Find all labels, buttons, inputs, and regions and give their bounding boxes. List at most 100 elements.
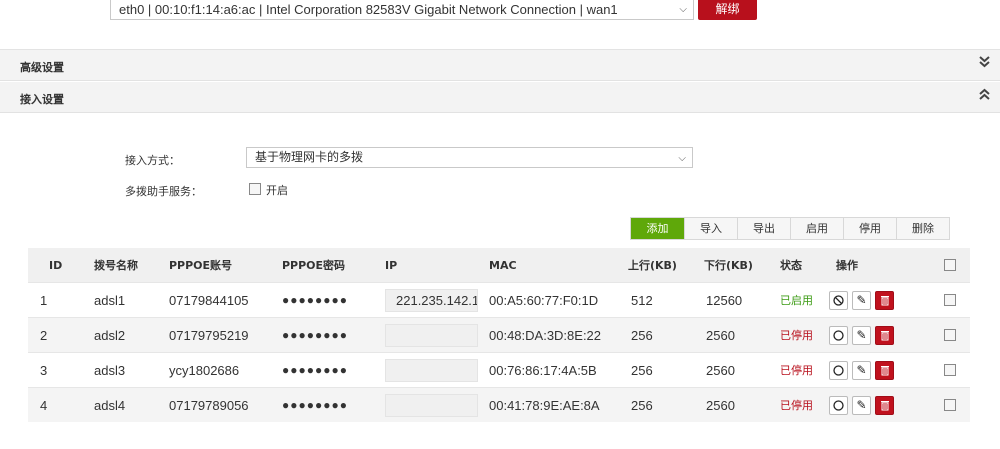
cell-id: 2	[40, 327, 48, 343]
pencil-icon[interactable]: ✎	[852, 395, 871, 415]
cell-status-wrap: 已启用	[780, 283, 813, 317]
header-upload: 上行(KB)	[628, 259, 677, 272]
table-toolbar: 添加 导入 导出 启用 停用 删除	[630, 217, 950, 240]
cell-id: 3	[40, 362, 48, 378]
trash-icon[interactable]	[875, 325, 894, 345]
header-password: PPPOE密码	[282, 259, 346, 272]
access-settings-title: 接入设置	[20, 93, 64, 106]
advanced-settings-title: 高级设置	[20, 61, 64, 74]
nic-select-value: eth0 | 00:10:f1:14:a6:ac | Intel Corpora…	[119, 2, 618, 17]
dial-table: ID 拨号名称 PPPOE账号 PPPOE密码 IP MAC 上行(KB) 下行…	[28, 248, 970, 422]
access-settings-bar[interactable]: 接入设置	[0, 82, 1000, 113]
delete-button[interactable]: 删除	[896, 218, 949, 239]
row-checkbox[interactable]	[944, 364, 956, 376]
header-download: 下行(KB)	[704, 259, 753, 272]
export-button[interactable]: 导出	[737, 218, 790, 239]
enable-row-icon[interactable]	[829, 360, 848, 380]
row-checkbox-cell	[944, 318, 956, 352]
trash-icon[interactable]	[875, 360, 894, 380]
trash-icon[interactable]	[875, 290, 894, 310]
nic-binding-area: eth0 | 00:10:f1:14:a6:ac | Intel Corpora…	[0, 0, 1000, 50]
double-chevron-up-icon[interactable]	[979, 88, 990, 103]
chevron-down-icon: ⌵	[679, 4, 687, 15]
cell-name: adsl2	[94, 327, 126, 343]
row-checkbox[interactable]	[944, 399, 956, 411]
cell-account: 07179795219	[169, 327, 249, 343]
cell-id: 4	[40, 397, 48, 413]
access-mode-label: 接入方式：	[125, 154, 180, 167]
header-mac: MAC	[489, 258, 517, 272]
cell-ip-wrap: 221.235.142.1	[385, 283, 478, 317]
cell-download: 2560	[706, 397, 735, 413]
row-actions: ✎	[829, 283, 898, 317]
cell-password: ●●●●●●●●	[282, 293, 348, 307]
cell-download: 12560	[706, 292, 743, 308]
pencil-icon[interactable]: ✎	[852, 290, 871, 310]
cell-ip-wrap	[385, 318, 478, 352]
cell-account: 07179844105	[169, 292, 249, 308]
table-row[interactable]: 3 adsl3 ycy1802686 ●●●●●●●● 00:76:86:17:…	[28, 352, 970, 387]
table-row[interactable]: 1 adsl1 07179844105 ●●●●●●●● 221.235.142…	[28, 282, 970, 317]
import-button[interactable]: 导入	[684, 218, 737, 239]
select-all-checkbox-cell	[944, 248, 956, 282]
table-row[interactable]: 2 adsl2 07179795219 ●●●●●●●● 00:48:DA:3D…	[28, 317, 970, 352]
select-all-checkbox[interactable]	[944, 259, 956, 271]
header-name: 拨号名称	[94, 259, 138, 272]
pencil-icon[interactable]: ✎	[852, 360, 871, 380]
cell-password: ●●●●●●●●	[282, 398, 348, 412]
header-ip: IP	[385, 258, 398, 272]
cell-mac: 00:48:DA:3D:8E:22	[489, 327, 602, 343]
row-checkbox[interactable]	[944, 329, 956, 341]
header-account: PPPOE账号	[169, 259, 233, 272]
cell-ip	[385, 323, 478, 347]
trash-icon[interactable]	[875, 395, 894, 415]
table-row[interactable]: 4 adsl4 07179789056 ●●●●●●●● 00:41:78:9E…	[28, 387, 970, 422]
cell-download: 2560	[706, 362, 735, 378]
disable-row-icon[interactable]	[829, 290, 848, 310]
double-chevron-down-icon[interactable]	[979, 56, 990, 71]
disable-button[interactable]: 停用	[843, 218, 896, 239]
cell-account: 07179789056	[169, 397, 249, 413]
helper-service-option: 开启	[266, 184, 288, 197]
enable-button[interactable]: 启用	[790, 218, 843, 239]
cell-ip: 221.235.142.1	[385, 288, 478, 312]
cell-name: adsl1	[94, 292, 126, 308]
access-mode-value: 基于物理网卡的多拨	[255, 150, 364, 164]
status-badge: 已启用	[780, 294, 813, 307]
cell-id: 1	[40, 292, 48, 308]
cell-status-wrap: 已停用	[780, 388, 813, 422]
cell-password: ●●●●●●●●	[282, 328, 348, 342]
header-actions: 操作	[836, 259, 858, 272]
cell-upload: 512	[631, 292, 653, 308]
cell-upload: 256	[631, 327, 653, 343]
cell-ip-wrap	[385, 353, 478, 387]
cell-password: ●●●●●●●●	[282, 363, 348, 377]
table-header: ID 拨号名称 PPPOE账号 PPPOE密码 IP MAC 上行(KB) 下行…	[28, 248, 970, 282]
helper-service-checkbox[interactable]	[249, 183, 261, 195]
cell-download: 2560	[706, 327, 735, 343]
header-id: ID	[49, 258, 63, 272]
row-checkbox-cell	[944, 353, 956, 387]
row-checkbox[interactable]	[944, 294, 956, 306]
cell-name: adsl4	[94, 397, 126, 413]
cell-ip	[385, 393, 478, 417]
status-badge: 已停用	[780, 399, 813, 412]
chevron-down-icon: ⌵	[678, 153, 686, 164]
cell-ip-wrap	[385, 388, 478, 422]
pencil-icon[interactable]: ✎	[852, 325, 871, 345]
row-actions: ✎	[829, 318, 898, 352]
cell-upload: 256	[631, 362, 653, 378]
access-mode-select[interactable]: 基于物理网卡的多拨 ⌵	[246, 147, 693, 168]
cell-name: adsl3	[94, 362, 126, 378]
nic-select[interactable]: eth0 | 00:10:f1:14:a6:ac | Intel Corpora…	[110, 0, 694, 20]
add-button[interactable]: 添加	[631, 218, 684, 239]
enable-row-icon[interactable]	[829, 325, 848, 345]
cell-status-wrap: 已停用	[780, 318, 813, 352]
advanced-settings-bar[interactable]: 高级设置	[0, 50, 1000, 81]
enable-row-icon[interactable]	[829, 395, 848, 415]
unbind-button[interactable]: 解绑	[698, 0, 757, 20]
cell-mac: 00:76:86:17:4A:5B	[489, 362, 597, 378]
cell-ip	[385, 358, 478, 382]
helper-service-label: 多拨助手服务：	[125, 185, 202, 198]
status-badge: 已停用	[780, 329, 813, 342]
